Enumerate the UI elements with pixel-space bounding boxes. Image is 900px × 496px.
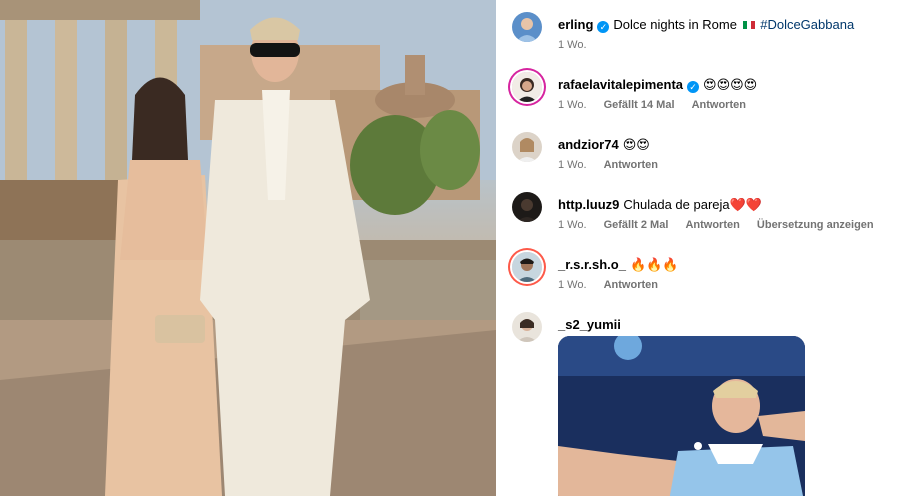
avatar[interactable] [512, 72, 542, 102]
post-photo-illustration [0, 0, 496, 496]
comment-text: 😍😍😍😍 [703, 77, 758, 92]
likes-count[interactable]: Gefällt 14 Mal [604, 99, 675, 111]
comment-username[interactable]: _s2_yumii [558, 317, 621, 332]
gif-illustration [558, 336, 805, 496]
reply-button[interactable]: Antworten [604, 159, 658, 171]
comment-time[interactable]: 1 Wo. [558, 279, 587, 291]
reply-button[interactable]: Antworten [692, 99, 746, 111]
caption-username[interactable]: erling [558, 17, 593, 32]
comment-time[interactable]: 1 Wo. [558, 159, 587, 171]
comment-text: Chulada de pareja❤️❤️ [623, 197, 763, 212]
reply-button[interactable]: Antworten [604, 279, 658, 291]
likes-count[interactable]: Gefällt 2 Mal [604, 219, 669, 231]
comment-time[interactable]: 1 Wo. [558, 219, 587, 231]
caption-text: Dolce nights in Rome [613, 17, 737, 32]
comments-panel: erling ✓ Dolce nights in Rome #DolceGabban… [496, 0, 900, 496]
translate-button[interactable]: Übersetzung anzeigen [757, 219, 874, 231]
comment: http.luuz9 Chulada de pareja❤️❤️ 1 Wo. Ge… [512, 192, 892, 232]
comment-username[interactable]: _r.s.r.sh.o_ [558, 257, 626, 272]
avatar[interactable] [512, 252, 542, 282]
comment: _r.s.r.sh.o_ 🔥🔥🔥 1 Wo. Antworten [512, 252, 892, 292]
avatar[interactable] [512, 192, 542, 222]
verified-badge-icon: ✓ [597, 21, 610, 33]
avatar[interactable] [512, 132, 542, 162]
comment-username[interactable]: rafaelavitalepimenta [558, 77, 683, 92]
comment: rafaelavitalepimenta ✓ 😍😍😍😍 1 Wo. Gefällt … [512, 72, 892, 112]
avatar[interactable] [512, 12, 542, 42]
comment-text: 🔥🔥🔥 [629, 257, 679, 272]
verified-badge-icon: ✓ [687, 81, 700, 93]
post-caption: erling ✓ Dolce nights in Rome #DolceGabban… [512, 12, 892, 52]
comment-text: 😍😍 [622, 137, 650, 152]
italy-flag-icon [742, 21, 755, 29]
caption-hashtag[interactable]: #DolceGabbana [760, 17, 854, 32]
reply-button[interactable]: Antworten [685, 219, 739, 231]
avatar[interactable] [512, 312, 542, 342]
caption-time[interactable]: 1 Wo. [558, 39, 587, 51]
comment: andzior74 😍😍 1 Wo. Antworten [512, 132, 892, 172]
comment-gif[interactable] [558, 336, 805, 496]
comment-username[interactable]: http.luuz9 [558, 197, 619, 212]
comment-username[interactable]: andzior74 [558, 137, 619, 152]
comment-time[interactable]: 1 Wo. [558, 99, 587, 111]
post-image[interactable] [0, 0, 496, 496]
